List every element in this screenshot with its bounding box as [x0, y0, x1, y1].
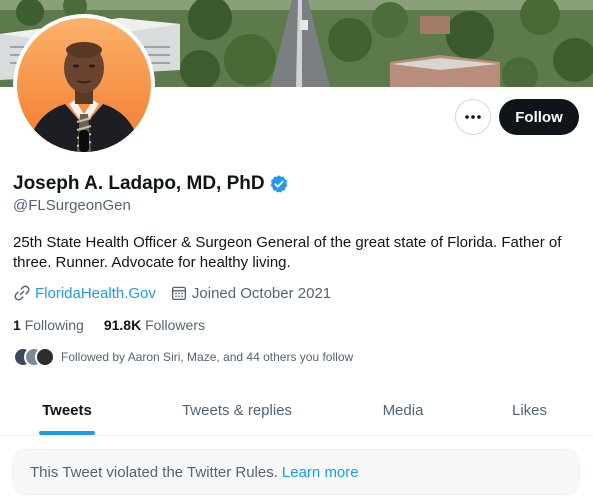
- joined-date: Joined October 2021: [191, 284, 332, 302]
- profile-bio: 25th State Health Officer & Surgeon Gene…: [13, 234, 562, 271]
- tab-media[interactable]: Media: [340, 386, 466, 435]
- tab-label: Tweets: [42, 402, 92, 419]
- more-options-button[interactable]: [455, 99, 491, 135]
- follower-avatars: [13, 347, 55, 367]
- profile-stats: 1 Following 91.8K Followers: [13, 317, 225, 333]
- followers-count: 91.8K: [103, 317, 142, 333]
- followers-link[interactable]: 91.8K Followers: [104, 317, 205, 333]
- more-horizontal-icon: [465, 115, 481, 119]
- tab-tweets[interactable]: Tweets: [0, 386, 134, 435]
- learn-more-link[interactable]: Learn more: [282, 464, 359, 481]
- active-tab-indicator: [39, 431, 95, 435]
- avatar-image: [17, 18, 151, 152]
- profile-name-row: Joseph A. Ladapo, MD, PhD: [13, 173, 289, 195]
- tab-label: Likes: [511, 402, 548, 419]
- follow-button[interactable]: Follow: [499, 99, 579, 135]
- profile-tabs: Tweets Tweets & replies Media Likes: [0, 386, 593, 436]
- following-label: Following: [24, 317, 84, 333]
- followed-by-text: Followed by Aaron Siri, Maze, and 44 oth…: [61, 350, 354, 364]
- avatar: [35, 347, 55, 367]
- tweet-violation-notice: This Tweet violated the Twitter Rules. L…: [12, 449, 580, 495]
- following-link[interactable]: 1 Following: [13, 317, 84, 333]
- followers-you-know[interactable]: Followed by Aaron Siri, Maze, and 44 oth…: [13, 347, 353, 367]
- profile-handle: @FLSurgeonGen: [13, 197, 131, 214]
- tab-label: Tweets & replies: [181, 402, 293, 419]
- tab-tweets-replies[interactable]: Tweets & replies: [134, 386, 340, 435]
- following-count: 1: [13, 317, 21, 333]
- verified-badge-icon[interactable]: [269, 174, 289, 194]
- website-link[interactable]: FloridaHealth.Gov: [35, 285, 156, 302]
- profile-meta: FloridaHealth.Gov Joined October 2021: [13, 284, 331, 302]
- notice-text: This Tweet violated the Twitter Rules.: [30, 463, 278, 481]
- tab-label: Media: [382, 402, 424, 419]
- calendar-icon: [171, 286, 186, 301]
- profile-avatar[interactable]: [13, 14, 155, 156]
- display-name: Joseph A. Ladapo, MD, PhD: [13, 173, 265, 194]
- followers-label: Followers: [145, 317, 205, 333]
- tab-likes[interactable]: Likes: [466, 386, 593, 435]
- link-icon: [14, 285, 30, 301]
